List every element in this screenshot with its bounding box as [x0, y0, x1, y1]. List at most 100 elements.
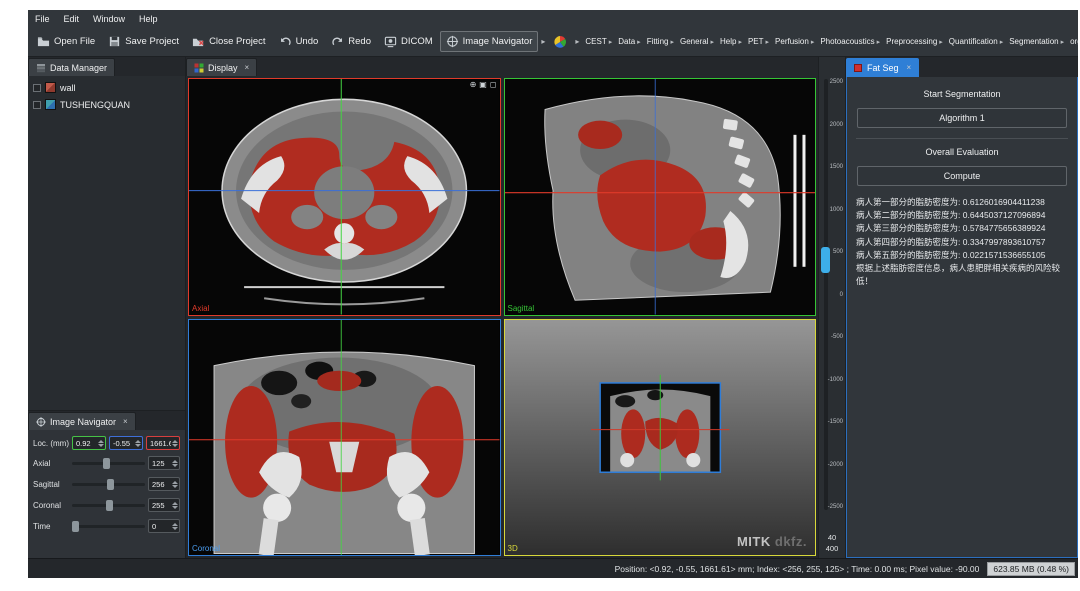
scale-tick-label: -2000 — [828, 462, 843, 468]
level-window-scale: 25002000150010005000-500-1000-1500-2000-… — [828, 79, 843, 510]
crosshair-toggle-icon[interactable]: ⊕ — [470, 80, 477, 89]
spinner-up-icon[interactable] — [172, 523, 178, 526]
coordinate-spinbox[interactable]: 0.92 — [72, 436, 106, 450]
visibility-checkbox[interactable] — [33, 101, 41, 109]
slice-slider-row: Time 0 — [33, 519, 180, 533]
spinner-down-icon[interactable] — [172, 444, 178, 447]
render-window-sagittal[interactable]: Sagittal — [504, 78, 817, 316]
view-categories-button[interactable] — [548, 32, 572, 52]
spinner-down-icon[interactable] — [172, 527, 178, 530]
slice-spinbox[interactable]: 256 — [148, 477, 180, 491]
toolbar-view-menu[interactable]: Help ▸ — [717, 37, 745, 46]
slice-slider-row: Sagittal 256 — [33, 477, 180, 491]
spinner-up-icon[interactable] — [135, 440, 141, 443]
close-icon[interactable]: × — [123, 417, 128, 426]
close-icon[interactable]: × — [245, 63, 250, 72]
algorithm-1-button[interactable]: Algorithm 1 — [857, 108, 1067, 128]
slider-track[interactable] — [72, 525, 145, 528]
toolbar-view-menu[interactable]: Preprocessing ▸ — [883, 37, 946, 46]
slice-spinbox[interactable]: 255 — [148, 498, 180, 512]
slice-slider[interactable] — [72, 520, 145, 533]
slider-handle[interactable] — [103, 458, 110, 469]
close-icon[interactable]: × — [907, 63, 912, 72]
spinner-down-icon[interactable] — [172, 485, 178, 488]
spinner-up-icon[interactable] — [172, 460, 178, 463]
toolbar-view-menu-label: Perfusion — [775, 37, 809, 46]
compute-button[interactable]: Compute — [857, 166, 1067, 186]
open-file-button[interactable]: Open File — [31, 31, 101, 52]
render-window-3d[interactable]: MITK dkfz. 3D — [504, 319, 817, 557]
spinner-down-icon[interactable] — [135, 444, 141, 447]
slice-spinbox[interactable]: 125 — [148, 456, 180, 470]
dicom-button[interactable]: DICOM — [378, 31, 439, 52]
close-project-button[interactable]: Close Project — [186, 31, 272, 52]
menu-item[interactable]: Help — [139, 14, 158, 24]
toolbar-view-menu[interactable]: General ▸ — [677, 37, 717, 46]
image-navigator-button[interactable]: Image Navigator — [440, 31, 539, 52]
spinner-down-icon[interactable] — [172, 464, 178, 467]
spinner-up-icon[interactable] — [172, 440, 178, 443]
fat-seg-tabbar: Fat Seg × — [846, 57, 1078, 77]
layout-menu-icon[interactable]: ▣ — [479, 80, 487, 89]
toolbar-view-menu[interactable]: CEST ▸ — [582, 37, 615, 46]
submenu-arrow-icon: ▸ — [1061, 38, 1065, 46]
slice-slider[interactable] — [72, 478, 145, 491]
tab-image-navigator[interactable]: Image Navigator × — [28, 412, 136, 430]
slice-slider[interactable] — [72, 499, 145, 512]
spinner-down-icon[interactable] — [172, 506, 178, 509]
save-project-button[interactable]: Save Project — [102, 31, 185, 52]
toolbar-view-menu[interactable]: PET ▸ — [745, 37, 772, 46]
spinner-arrows — [171, 481, 178, 488]
undo-button[interactable]: Undo — [273, 31, 325, 52]
data-node-row[interactable]: TUSHENGQUAN — [30, 96, 183, 113]
toolbar-view-menu[interactable]: Fitting ▸ — [644, 37, 677, 46]
menu-item[interactable]: Edit — [64, 14, 80, 24]
submenu-arrow-icon: ▸ — [766, 38, 770, 46]
coordinate-spinbox[interactable]: -0.55 — [109, 436, 143, 450]
data-node-row[interactable]: wall — [30, 79, 183, 96]
result-line: 病人第五部分的脂肪密度为: 0.0221571536655105 — [856, 249, 1068, 262]
spinner-arrows — [134, 440, 141, 447]
fullscreen-icon[interactable]: ◻ — [490, 80, 497, 89]
toolbar-view-menu[interactable]: Segmentation ▸ — [1006, 37, 1067, 46]
coronal-ct-image — [189, 320, 500, 556]
render-window-axial[interactable]: ⊕ ▣ ◻ Axial — [188, 78, 501, 316]
redo-button[interactable]: Redo — [325, 31, 377, 52]
menu-item[interactable]: File — [35, 14, 50, 24]
spinner-up-icon[interactable] — [172, 481, 178, 484]
fat-seg-panel-body: Start Segmentation Algorithm 1 Overall E… — [846, 77, 1078, 558]
spinner-down-icon[interactable] — [98, 444, 104, 447]
undo-icon — [279, 35, 292, 48]
data-node-label: TUSHENGQUAN — [60, 100, 130, 110]
tab-display[interactable]: Display × — [186, 58, 257, 76]
toolbar-view-menu[interactable]: org.mitk.views.example ▸ — [1067, 37, 1078, 46]
slider-handle[interactable] — [72, 521, 79, 532]
coordinate-spinbox[interactable]: 1661.61 — [146, 436, 180, 450]
slice-slider[interactable] — [72, 457, 145, 470]
slice-spinbox[interactable]: 0 — [148, 519, 180, 533]
display-editor: Display × — [186, 57, 818, 558]
spinner-up-icon[interactable] — [172, 502, 178, 505]
slider-handle[interactable] — [107, 479, 114, 490]
slice-slider-row: Coronal 255 — [33, 498, 180, 512]
toolbar-view-menu[interactable]: Photoacoustics ▸ — [817, 37, 883, 46]
render-window-coronal[interactable]: Coronal — [188, 319, 501, 557]
spinner-up-icon[interactable] — [98, 440, 104, 443]
status-bar: Position: <0.92, -0.55, 1661.61> mm; Ind… — [28, 558, 1078, 578]
visibility-checkbox[interactable] — [33, 84, 41, 92]
toolbar-view-menu[interactable]: Quantification ▸ — [946, 37, 1006, 46]
fat-seg-icon — [854, 64, 862, 72]
dicom-icon — [384, 35, 397, 48]
slider-label: Axial — [33, 459, 69, 468]
tab-data-manager[interactable]: Data Manager — [28, 58, 115, 76]
scale-tick-label: 500 — [833, 249, 843, 255]
menu-item[interactable]: Window — [93, 14, 125, 24]
toolbar-overflow-arrow-icon[interactable]: ▸ — [539, 37, 547, 46]
toolbar-view-menu[interactable]: Data ▸ — [615, 37, 643, 46]
slider-handle[interactable] — [106, 500, 113, 511]
spinner-arrows — [171, 460, 178, 467]
toolbar-view-menu-label: Fitting — [647, 37, 669, 46]
tab-fat-seg[interactable]: Fat Seg × — [846, 58, 919, 77]
toolbar-view-menu[interactable]: Perfusion ▸ — [772, 37, 817, 46]
dicom-label: DICOM — [401, 36, 433, 47]
